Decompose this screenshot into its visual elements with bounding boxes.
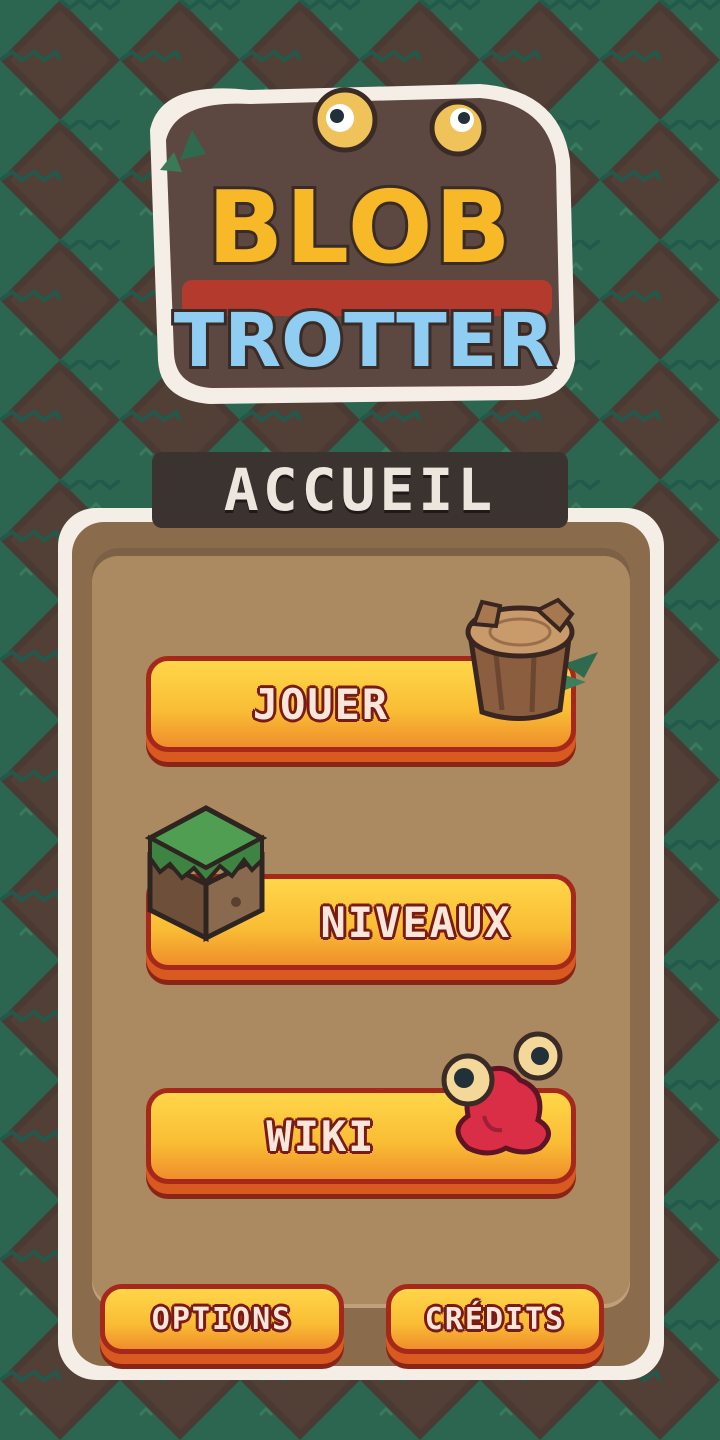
play-button-label: JOUER bbox=[252, 679, 390, 729]
options-button[interactable]: OPTIONS bbox=[100, 1284, 344, 1354]
options-button-label: OPTIONS bbox=[151, 1301, 293, 1337]
tree-stump-icon bbox=[465, 597, 598, 721]
game-logo: BLOB TROTTER bbox=[150, 84, 575, 404]
credits-button-label: CRÉDITS bbox=[424, 1301, 566, 1337]
grass-block-icon bbox=[144, 805, 268, 943]
levels-button-label: NIVEAUX bbox=[320, 897, 512, 947]
credits-button[interactable]: CRÉDITS bbox=[386, 1284, 604, 1354]
screen-title-banner: ACCUEIL bbox=[152, 452, 568, 528]
logo-line1: BLOB bbox=[207, 169, 513, 286]
red-blob-icon bbox=[441, 1031, 563, 1156]
wiki-button-label: WIKI bbox=[266, 1111, 376, 1161]
screen-title: ACCUEIL bbox=[223, 456, 497, 524]
logo-line2: TROTTER bbox=[174, 298, 555, 384]
